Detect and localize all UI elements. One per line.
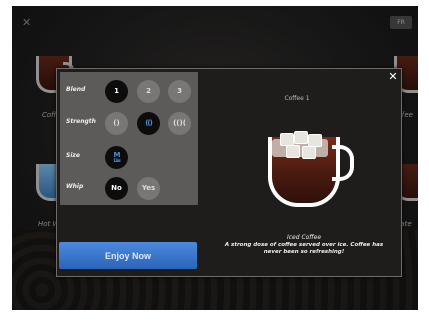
blend-option-1[interactable]: 1: [105, 80, 128, 103]
strength-option-mild[interactable]: (): [105, 112, 128, 135]
drink-options-dialog: Blend 1 2 3 Strength () (() (()( Size M …: [56, 68, 402, 277]
drink-name: Iced Coffee: [286, 234, 322, 241]
strength-row: Strength () (() (()(: [60, 110, 198, 140]
options-panel: Blend 1 2 3 Strength () (() (()( Size M …: [60, 72, 198, 205]
enjoy-now-button[interactable]: Enjoy Now: [59, 242, 197, 269]
strength-option-medium[interactable]: ((): [137, 112, 160, 135]
whip-label: Whip: [66, 183, 84, 190]
blend-row: Blend 1 2 3: [60, 78, 198, 108]
blend-option-2[interactable]: 2: [137, 80, 160, 103]
drink-description: A strong dose of coffee served over ice.…: [224, 242, 384, 255]
size-label: Size: [66, 152, 80, 159]
drink-title: Coffee 1: [284, 95, 310, 102]
size-option-medium[interactable]: M 12oz: [105, 146, 128, 169]
kiosk-screen: ✕ FR Coff offee Hot W ocolate Blend 1 2 …: [12, 6, 418, 310]
iced-coffee-cup-icon: [268, 131, 358, 207]
size-option-volume: 12oz: [113, 158, 121, 163]
strength-label: Strength: [66, 118, 96, 125]
blend-label: Blend: [66, 86, 86, 93]
strength-option-strong[interactable]: (()(: [168, 112, 191, 135]
whip-option-no[interactable]: No: [105, 177, 128, 200]
blend-option-3[interactable]: 3: [168, 80, 191, 103]
size-row: Size M 12oz: [60, 144, 198, 174]
close-icon[interactable]: ✕: [387, 71, 399, 83]
whip-row: Whip No Yes: [60, 175, 198, 205]
whip-option-yes[interactable]: Yes: [137, 177, 160, 200]
